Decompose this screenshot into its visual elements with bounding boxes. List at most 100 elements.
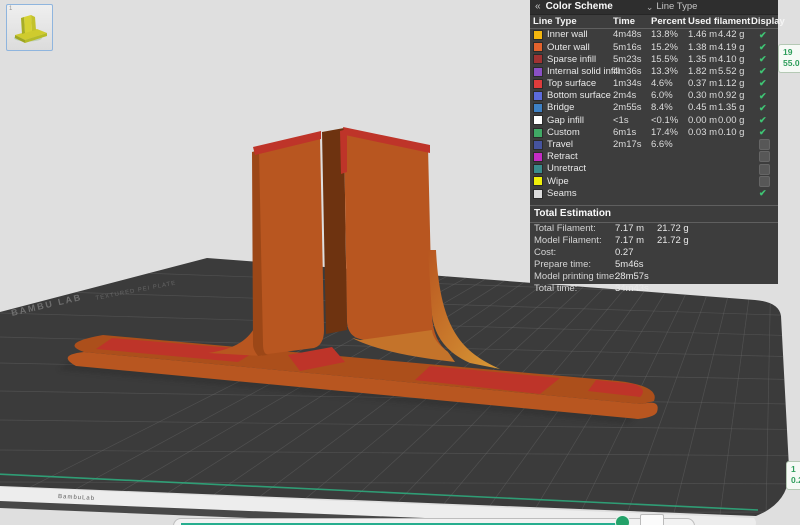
collapse-panel-icon[interactable]: « xyxy=(535,2,541,12)
estimation-label: Total time: xyxy=(534,283,578,295)
line-type-label: Travel xyxy=(547,139,574,151)
line-type-label: Internal solid infill xyxy=(547,65,620,77)
layer-tooltip-bottom-layer: 1 xyxy=(791,464,796,474)
plate-thumbnail[interactable]: 1 xyxy=(6,4,53,51)
row-time: 5m16s xyxy=(613,41,642,53)
estimation-label: Total Filament: xyxy=(534,223,596,235)
row-filament-length: 0.00 m xyxy=(688,114,718,126)
slicer-preview-window: BAMBU LAB TEXTURED PEI PLATE BambuLab 1 … xyxy=(0,0,800,525)
line-type-row: Top surface 1m34s 4.6% 0.37 m 1.12 g ✔ xyxy=(530,78,778,90)
column-left-wall xyxy=(258,136,324,354)
line-type-swatch xyxy=(533,103,543,114)
col-display: Display xyxy=(751,15,785,27)
row-filament-weight: 5.52 g xyxy=(718,65,745,77)
step-slider-value xyxy=(640,514,664,525)
row-time: 4m36s xyxy=(613,65,642,77)
row-percent: 6.6% xyxy=(651,139,673,151)
layer-tooltip-top-height: 55.0 xyxy=(783,58,800,69)
estimation-value: 7.17 m xyxy=(615,235,645,247)
line-type-swatch xyxy=(533,54,543,65)
row-filament-weight: 0.00 g xyxy=(718,114,745,126)
row-time: 2m55s xyxy=(613,102,642,114)
line-type-swatch xyxy=(533,164,543,175)
estimation-value: 5m46s xyxy=(615,259,644,271)
line-type-swatch xyxy=(533,66,543,77)
display-checkbox[interactable]: ✔ xyxy=(759,79,781,88)
plate-thumbnail-model xyxy=(14,15,47,43)
view-mode-label: Line Type xyxy=(656,1,698,13)
display-checkbox[interactable] xyxy=(759,151,770,163)
estimation-value: 28m57s xyxy=(615,271,649,283)
col-used-filament: Used filament xyxy=(688,15,751,27)
line-type-table: Inner wall 4m48s 13.8% 1.46 m 4.42 g ✔ Outer w… xyxy=(530,29,778,200)
color-scheme-panel: « Color Scheme ⌄ Line Type Line Type Tim… xyxy=(530,0,785,293)
line-type-row: Bottom surface 2m4s 6.0% 0.30 m 0.92 g ✔ xyxy=(530,90,778,102)
line-type-label: Gap infill xyxy=(547,114,584,126)
row-percent: 15.2% xyxy=(651,41,678,53)
line-type-swatch xyxy=(533,42,543,53)
display-checkbox[interactable] xyxy=(759,163,770,175)
line-type-label: Seams xyxy=(547,187,577,199)
estimation-label: Model Filament: xyxy=(534,235,602,247)
layer-tooltip-top: 19 55.0 xyxy=(778,44,800,73)
line-type-row: Gap infill <1s <0.1% 0.00 m 0.00 g ✔ xyxy=(530,114,778,126)
estimation-label: Prepare time: xyxy=(534,259,592,271)
row-percent: 15.5% xyxy=(651,53,678,65)
row-percent: <0.1% xyxy=(651,114,679,126)
estimation-value: 34m43s xyxy=(615,283,649,295)
row-filament-length: 1.82 m xyxy=(688,65,718,77)
row-filament-length: 0.03 m xyxy=(688,126,718,138)
line-type-swatch xyxy=(533,115,543,126)
column-inner-rim xyxy=(340,129,347,174)
line-type-swatch xyxy=(533,139,543,150)
display-checkbox[interactable]: ✔ xyxy=(759,128,781,137)
display-checkbox[interactable]: ✔ xyxy=(759,91,781,101)
line-type-label: Outer wall xyxy=(547,41,590,53)
estimation-row: Cost: 0.27 xyxy=(530,248,778,259)
line-type-swatch xyxy=(533,127,543,138)
row-filament-length: 1.35 m xyxy=(688,53,718,65)
total-estimation-table: Total Filament: 7.17 m 21.72 g Model Filame… xyxy=(530,224,778,295)
col-line-type: Line Type xyxy=(533,15,577,27)
total-estimation-title: Total Estimation xyxy=(530,204,778,223)
line-type-swatch xyxy=(533,78,543,89)
line-type-row: Internal solid infill 4m36s 13.3% 1.82 m 5.5… xyxy=(530,66,778,78)
display-checkbox[interactable]: ✔ xyxy=(759,115,781,125)
row-time: 4m48s xyxy=(613,29,642,41)
display-checkbox[interactable]: ✔ xyxy=(759,103,781,113)
line-type-label: Wipe xyxy=(547,175,569,187)
line-type-label: Inner wall xyxy=(547,29,588,41)
row-filament-weight: 4.19 g xyxy=(718,41,745,53)
line-type-row: Seams ✔ xyxy=(530,187,778,199)
row-percent: 13.3% xyxy=(651,65,678,77)
line-type-swatch xyxy=(533,176,543,187)
line-type-label: Bridge xyxy=(547,102,575,114)
row-filament-weight: 0.10 g xyxy=(718,126,745,138)
display-checkbox[interactable] xyxy=(759,175,770,187)
line-type-table-header: Line Type Time Percent Used filament Dis… xyxy=(530,15,785,29)
layer-tooltip-top-layer: 19 xyxy=(783,47,793,57)
estimation-value: 7.17 m xyxy=(615,223,645,235)
display-checkbox[interactable]: ✔ xyxy=(759,30,781,40)
row-filament-length: 1.46 m xyxy=(688,29,718,41)
chevron-down-icon: ⌄ xyxy=(645,1,654,12)
col-time: Time xyxy=(613,15,636,27)
row-filament-weight: 0.92 g xyxy=(718,90,745,102)
estimation-label: Model printing time: xyxy=(534,271,617,283)
display-checkbox[interactable] xyxy=(759,139,770,151)
row-time: 2m17s xyxy=(613,139,642,151)
plate-number: 1 xyxy=(9,6,13,12)
display-checkbox[interactable]: ✔ xyxy=(759,189,781,198)
step-slider-handle[interactable] xyxy=(615,515,630,525)
line-type-swatch xyxy=(533,91,543,102)
estimation-row: Total Filament: 7.17 m 21.72 g xyxy=(530,224,778,235)
line-type-row: Wipe xyxy=(530,175,778,187)
estimation-value: 0.27 xyxy=(615,247,634,259)
row-time: 5m23s xyxy=(613,53,642,65)
estimation-row: Model Filament: 7.17 m 21.72 g xyxy=(530,236,778,247)
line-type-row: Sparse infill 5m23s 15.5% 1.35 m 4.10 g ✔ xyxy=(530,53,778,65)
row-percent: 6.0% xyxy=(651,90,673,102)
line-type-label: Custom xyxy=(547,126,580,138)
view-mode-dropdown[interactable]: ⌄ Line Type xyxy=(646,2,698,12)
row-percent: 4.6% xyxy=(651,78,673,90)
